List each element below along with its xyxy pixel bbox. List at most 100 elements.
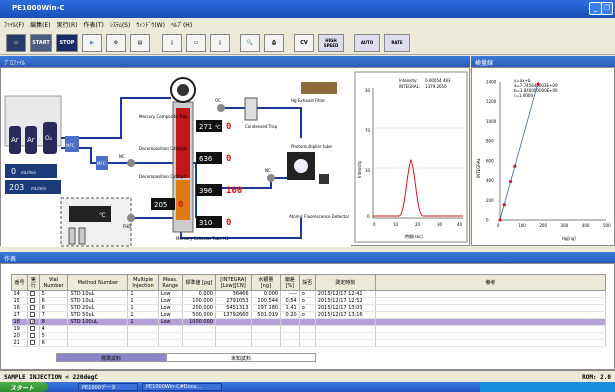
- svg-text:0.00054 483: 0.00054 483: [425, 78, 451, 83]
- stop-button[interactable]: STOP: [56, 33, 78, 52]
- svg-text:Intensity: Intensity: [357, 160, 362, 178]
- cell-mult: 1: [127, 318, 159, 326]
- tab-unknown[interactable]: 未知試料: [166, 353, 316, 362]
- cell-vial: 5: [39, 290, 69, 298]
- table-row[interactable]: 20 5: [11, 332, 607, 340]
- table-row[interactable]: 18 ✓ 8 STD 100uL 1 Low 1000.000: [11, 318, 607, 326]
- cell-mult: [127, 325, 159, 333]
- menu-bar: ﾌｧｲﾙ(F) 編集(E) 実行(R) 作表(T) ｼｽﾃﾑ(S) ｳｨﾝﾄﾞｳ(W) ﾍﾙ…: [0, 18, 615, 31]
- x-tick-label: 0: [497, 223, 500, 228]
- svg-text:Mercury Collector Tube H2: Mercury Collector Tube H2: [176, 236, 229, 241]
- table-row[interactable]: 16 6 STD 20uL 1 Low 200.000 5451313 197.180 1.41…: [11, 304, 607, 312]
- cell-vial: 5: [39, 332, 69, 340]
- menu-item-4[interactable]: ｼｽﾃﾑ(S): [110, 20, 131, 31]
- start-button[interactable]: START: [30, 33, 52, 52]
- print-icon[interactable]: ⎙: [264, 33, 284, 52]
- column-header[interactable]: 実行: [27, 274, 40, 291]
- restore-button[interactable]: ❐: [601, 2, 613, 15]
- run-checkbox[interactable]: [30, 291, 36, 296]
- cell-integ: [215, 325, 252, 333]
- o2-label: O₂: [45, 135, 53, 142]
- cell-note: [375, 290, 607, 298]
- svg-text:mL/min: mL/min: [31, 186, 46, 191]
- menu-item-2[interactable]: 実行(R): [57, 20, 78, 31]
- monitor-icon[interactable]: ▭: [6, 33, 26, 52]
- svg-text:271: 271: [199, 123, 212, 131]
- run-checkbox[interactable]: [30, 326, 36, 331]
- tab-standard[interactable]: 標準試料: [56, 353, 166, 362]
- high-speed-button[interactable]: HIGH SPEED: [318, 33, 344, 52]
- cell-vial: 6: [39, 339, 69, 347]
- column-header[interactable]: 番号: [10, 274, 29, 291]
- cell-ok: [299, 339, 316, 347]
- task-pe1000-data[interactable]: PE1000データ: [78, 383, 138, 391]
- table-row[interactable]: 21 6: [11, 339, 607, 347]
- column-header[interactable]: Method Number: [67, 274, 129, 291]
- rom-version: ROM: 2.0: [582, 374, 611, 381]
- cell-no: 15: [11, 297, 29, 305]
- settings-icon[interactable]: ⚙: [106, 33, 126, 52]
- run-checkbox[interactable]: [30, 298, 36, 303]
- menu-item-1[interactable]: 編集(E): [30, 20, 50, 31]
- menu-item-3[interactable]: 作表(T): [83, 20, 103, 31]
- column-header[interactable]: 標準値 [pg]: [181, 274, 216, 291]
- auto-button[interactable]: AUTO: [354, 33, 380, 52]
- svg-text:NC: NC: [119, 154, 125, 159]
- export-icon[interactable]: ▤: [130, 33, 150, 52]
- svg-text:100: 100: [226, 186, 242, 196]
- start-menu-button[interactable]: スタート: [0, 382, 48, 392]
- cell-note: [375, 325, 607, 333]
- svg-text:Condensed Trap: Condensed Trap: [245, 124, 278, 129]
- svg-text:396: 396: [199, 187, 213, 195]
- cell-vial: 4: [39, 325, 69, 333]
- run-checkbox[interactable]: [30, 340, 36, 345]
- cell-hg: [251, 332, 282, 340]
- column-header[interactable]: Vial Number: [38, 274, 69, 291]
- open-folder-icon[interactable]: ▭: [186, 33, 206, 52]
- rate-button[interactable]: RATE: [384, 33, 410, 52]
- menu-item-0[interactable]: ﾌｧｲﾙ(F): [4, 20, 24, 31]
- cell-method: STD 10uL: [67, 290, 129, 298]
- cell-method: STD 10uL: [67, 297, 129, 305]
- valve-icon: [127, 159, 135, 167]
- svg-text:0: 0: [226, 154, 231, 164]
- task-pe1000win[interactable]: PE1000Win-C#Docu...: [142, 383, 222, 391]
- cell-vial: 7: [39, 311, 69, 319]
- cell-dev: [280, 325, 300, 333]
- column-header[interactable]: 水銀量 [ng]: [250, 274, 282, 291]
- ar-label-2: Ar: [27, 136, 35, 144]
- menu-item-5[interactable]: ｳｨﾝﾄﾞｳ(W): [136, 20, 165, 31]
- cell-dev: 0.20: [280, 311, 300, 319]
- table-row[interactable]: 19 4: [11, 325, 607, 333]
- cell-time: 2015/12/17 13:03: [315, 304, 376, 312]
- run-checkbox[interactable]: [30, 312, 36, 317]
- cv-button[interactable]: CV: [294, 33, 314, 52]
- run-checkbox[interactable]: [30, 333, 36, 338]
- column-header[interactable]: [INTEGRA] [Low][CN]: [214, 274, 252, 291]
- column-header[interactable]: 採否: [298, 274, 316, 291]
- save-icon[interactable]: ▯: [210, 33, 230, 52]
- menu-item-6[interactable]: ﾍﾙﾌﾟ(H): [171, 20, 192, 31]
- column-header[interactable]: Meas. Range: [157, 274, 183, 291]
- run-checkbox[interactable]: [30, 305, 36, 310]
- column-header[interactable]: Multiple Injection: [127, 274, 159, 291]
- x-tick-label: 300: [561, 223, 569, 228]
- svg-text:FHD: FHD: [123, 224, 131, 229]
- column-header[interactable]: 測定時刻: [314, 274, 376, 291]
- column-header[interactable]: 偏差 [%]: [280, 274, 300, 291]
- play-icon[interactable]: ▶: [82, 33, 102, 52]
- svg-text:Intensity:: Intensity:: [399, 78, 417, 83]
- print-preview-icon[interactable]: 🔍: [240, 33, 260, 52]
- svg-text:0: 0: [11, 167, 16, 176]
- cell-note: [375, 304, 607, 312]
- new-file-icon[interactable]: ▯: [162, 33, 182, 52]
- cell-mult: 1: [127, 297, 159, 305]
- run-checkbox[interactable]: ✓: [30, 319, 35, 325]
- table-row[interactable]: 14 5 STD 10uL 1 Low 0.000 36466 0.000 ---- o 2015/…: [11, 290, 607, 298]
- table-row[interactable]: 17 7 STD 50uL 1 Low 500.000 13792660 501.019 0.2…: [11, 311, 607, 319]
- column-header[interactable]: 備考: [374, 274, 607, 291]
- svg-text:Atomic Fluorescence Detector: Atomic Fluorescence Detector: [289, 214, 350, 219]
- table-row[interactable]: 15 6 STD 10uL 1 Low 100.000 2791053 100.544 0.54…: [11, 297, 607, 305]
- data-point: [536, 82, 540, 86]
- cell-hg: [251, 339, 282, 347]
